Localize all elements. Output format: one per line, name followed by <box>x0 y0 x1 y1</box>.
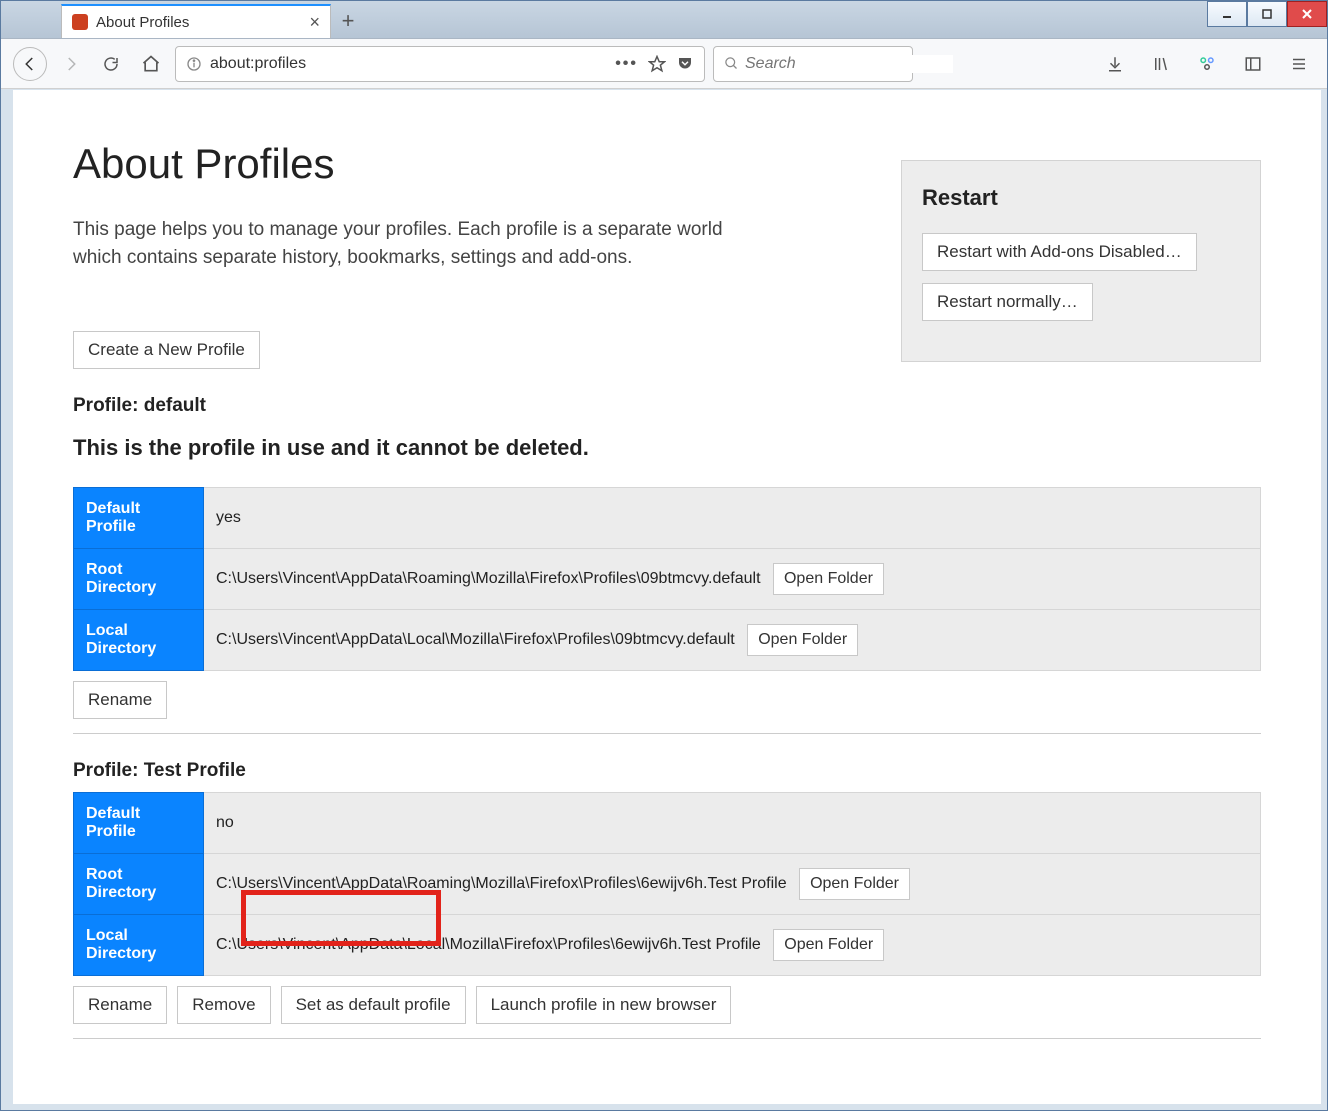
page-actions-icon[interactable]: ••• <box>615 55 638 73</box>
maximize-button[interactable] <box>1247 1 1287 27</box>
window-controls <box>1207 1 1327 27</box>
profile-table: Default Profile no Root Directory C:\Use… <box>73 792 1261 976</box>
local-directory-path: C:\Users\Vincent\AppData\Local\Mozilla\F… <box>216 936 761 953</box>
tab-close-button[interactable]: × <box>309 12 320 33</box>
open-folder-button[interactable]: Open Folder <box>799 868 910 900</box>
sidebar-icon[interactable] <box>1237 48 1269 80</box>
page-content: About Profiles This page helps you to ma… <box>13 90 1321 1104</box>
table-row: Root Directory C:\Users\Vincent\AppData\… <box>74 549 1261 610</box>
restart-addons-disabled-button[interactable]: Restart with Add-ons Disabled… <box>922 233 1197 271</box>
open-folder-button[interactable]: Open Folder <box>773 929 884 961</box>
launch-profile-button[interactable]: Launch profile in new browser <box>476 986 732 1024</box>
site-info-icon[interactable] <box>186 56 202 72</box>
extension-icon[interactable] <box>1191 48 1223 80</box>
set-default-profile-button[interactable]: Set as default profile <box>281 986 466 1024</box>
page-intro: This page helps you to manage your profi… <box>73 216 733 271</box>
separator <box>73 733 1261 734</box>
search-input[interactable] <box>745 55 953 73</box>
minimize-button[interactable] <box>1207 1 1247 27</box>
back-button[interactable] <box>13 47 47 81</box>
row-label: Local Directory <box>74 915 204 976</box>
bookmark-star-icon[interactable] <box>648 55 666 73</box>
restart-panel: Restart Restart with Add-ons Disabled… R… <box>901 160 1261 362</box>
search-icon <box>724 56 739 71</box>
create-new-profile-button[interactable]: Create a New Profile <box>73 331 260 369</box>
separator <box>73 1038 1261 1039</box>
rename-button[interactable]: Rename <box>73 681 167 719</box>
table-row: Local Directory C:\Users\Vincent\AppData… <box>74 610 1261 671</box>
root-directory-path: C:\Users\Vincent\AppData\Roaming\Mozilla… <box>216 875 787 892</box>
default-profile-value: no <box>216 814 234 831</box>
row-label: Root Directory <box>74 854 204 915</box>
table-row: Default Profile yes <box>74 488 1261 549</box>
restart-normally-button[interactable]: Restart normally… <box>922 283 1093 321</box>
reload-button[interactable] <box>95 48 127 80</box>
open-folder-button[interactable]: Open Folder <box>773 563 884 595</box>
search-bar[interactable] <box>713 46 913 82</box>
remove-button[interactable]: Remove <box>177 986 270 1024</box>
profile-actions: Rename <box>73 681 1261 719</box>
toolbar-right <box>1099 48 1315 80</box>
close-window-button[interactable] <box>1287 1 1327 27</box>
tab-strip: About Profiles × + <box>1 1 1327 39</box>
open-folder-button[interactable]: Open Folder <box>747 624 858 656</box>
restart-heading: Restart <box>922 185 1240 211</box>
profile-table: Default Profile yes Root Directory C:\Us… <box>73 487 1261 671</box>
url-input[interactable] <box>210 55 607 73</box>
tab-title: About Profiles <box>96 14 189 31</box>
library-icon[interactable] <box>1145 48 1177 80</box>
root-directory-path: C:\Users\Vincent\AppData\Roaming\Mozilla… <box>216 570 761 587</box>
profile-actions: Rename Remove Set as default profile Lau… <box>73 986 1261 1024</box>
home-button[interactable] <box>135 48 167 80</box>
local-directory-path: C:\Users\Vincent\AppData\Local\Mozilla\F… <box>216 631 735 648</box>
row-label: Default Profile <box>74 793 204 854</box>
row-label: Local Directory <box>74 610 204 671</box>
table-row: Local Directory C:\Users\Vincent\AppData… <box>74 915 1261 976</box>
new-tab-button[interactable]: + <box>331 4 365 38</box>
row-label: Default Profile <box>74 488 204 549</box>
forward-button[interactable] <box>55 48 87 80</box>
firefox-favicon-icon <box>72 14 88 30</box>
profile-in-use-notice: This is the profile in use and it cannot… <box>73 435 1261 461</box>
pocket-icon[interactable] <box>676 55 694 73</box>
default-profile-value: yes <box>216 509 241 526</box>
table-row: Root Directory C:\Users\Vincent\AppData\… <box>74 854 1261 915</box>
row-label: Root Directory <box>74 549 204 610</box>
profile-heading: Profile: default <box>73 395 1261 417</box>
rename-button[interactable]: Rename <box>73 986 167 1024</box>
table-row: Default Profile no <box>74 793 1261 854</box>
navigation-toolbar: ••• <box>1 39 1327 89</box>
downloads-icon[interactable] <box>1099 48 1131 80</box>
address-bar[interactable]: ••• <box>175 46 705 82</box>
urlbar-actions: ••• <box>615 55 694 73</box>
hamburger-menu-icon[interactable] <box>1283 48 1315 80</box>
profile-heading: Profile: Test Profile <box>73 760 1261 782</box>
browser-window: About Profiles × + ••• <box>0 0 1328 1111</box>
tab-about-profiles[interactable]: About Profiles × <box>61 4 331 38</box>
